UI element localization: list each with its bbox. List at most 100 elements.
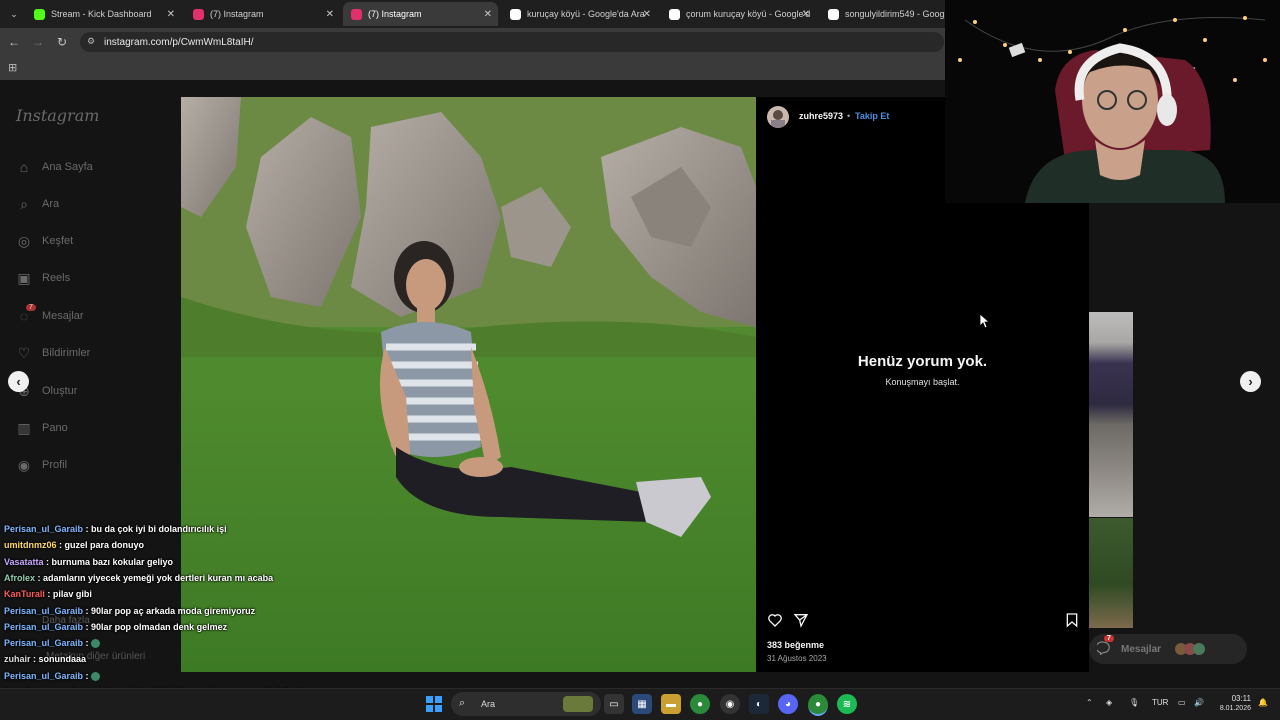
input-language[interactable]: TUR — [1152, 698, 1168, 707]
instagram-logo[interactable]: Instagram — [16, 106, 99, 125]
chat-username[interactable]: Perisan_ul_Garaib — [4, 606, 83, 616]
taskbar-search-label: Ara — [481, 699, 496, 709]
network-icon[interactable]: ▭ — [1178, 698, 1186, 707]
profile-icon: ◉ — [17, 456, 31, 473]
tab-list-dropdown[interactable]: ⌄ — [6, 6, 22, 22]
chat-separator: : — [35, 572, 44, 583]
clock-date[interactable]: 8.01.2026 — [1210, 705, 1251, 712]
save-bookmark-icon[interactable] — [1064, 612, 1080, 633]
close-tab-icon[interactable]: ✕ — [326, 9, 334, 20]
reload-button[interactable]: ↻ — [53, 33, 71, 51]
background-thumbnail — [1089, 312, 1133, 517]
browser-tab[interactable]: (7) Instagram ✕ — [185, 2, 340, 26]
likes-count[interactable]: 383 beğenme — [767, 640, 824, 650]
compass-icon: ◎ — [17, 232, 31, 249]
dashboard-icon: ▥ — [17, 419, 31, 436]
no-comments-title: Henüz yorum yok. — [857, 353, 988, 370]
chat-text: sonundaaa — [38, 654, 87, 665]
instagram-icon — [351, 8, 362, 20]
tray-overflow-icon[interactable]: ⌃ — [1086, 698, 1093, 707]
steam-icon[interactable]: ◐ — [749, 694, 769, 714]
browser-tab[interactable]: Stream - Kick Dashboard ✕ — [26, 2, 181, 26]
chat-message: Perisan_ul_Garaib : — [4, 638, 101, 649]
chat-username[interactable]: Perisan_ul_Garaib — [4, 671, 83, 681]
volume-icon[interactable]: 🔊 — [1194, 698, 1204, 707]
browser-tab[interactable]: songulyildirim549 - Google'da — [820, 2, 945, 26]
close-tab-icon[interactable]: ✕ — [167, 9, 175, 20]
sidebar-item-profile[interactable]: ◉ Profil — [16, 454, 67, 476]
clock-time[interactable]: 03:11 — [1217, 694, 1251, 703]
sidebar-item-heart[interactable]: ♡ Bildirimler — [16, 342, 91, 364]
sidebar-item-label: Profil — [42, 459, 68, 471]
post-photo[interactable] — [181, 97, 756, 672]
webcam-overlay — [945, 0, 1280, 203]
discord-icon[interactable]: ◕ — [778, 694, 798, 714]
chat-message: zuhair : sonundaaa — [4, 654, 86, 664]
task-view-icon[interactable]: ▭ — [604, 694, 624, 714]
chat-message: Perisan_ul_Garaib : 90lar pop aç arkada … — [4, 606, 255, 616]
chat-username[interactable]: Perisan_ul_Garaib — [4, 622, 83, 632]
back-button[interactable]: ← — [5, 33, 23, 51]
chat-username[interactable]: Perisan_ul_Garaib — [4, 638, 83, 648]
obs-icon[interactable]: ◉ — [720, 694, 740, 714]
chat-message: Perisan_ul_Garaib : 90lar pop olmadan de… — [4, 622, 227, 632]
apps-grid-icon[interactable]: ⊞ — [8, 61, 17, 74]
close-tab-icon[interactable]: ✕ — [802, 9, 810, 20]
messages-badge: 7 — [1104, 634, 1114, 642]
chat-username[interactable]: Vasatatta — [4, 557, 44, 567]
chat-username[interactable]: Perisan_ul_Garaib — [4, 524, 83, 534]
follow-button[interactable]: Takip Et — [855, 111, 889, 121]
separator-dot: • — [847, 111, 851, 121]
browser-tab[interactable]: kuruçay köyü - Google'da Ara ✕ — [502, 2, 657, 26]
url-field[interactable]: ⚙ instagram.com/p/CwmWmL8taIH/ — [80, 32, 944, 52]
windows-start-icon[interactable] — [424, 694, 444, 714]
taskbar-search[interactable]: ⌕ Ara — [451, 692, 601, 716]
chrome-active-icon[interactable]: ● — [808, 694, 828, 716]
emote-icon — [91, 639, 101, 649]
sidebar-item-home[interactable]: ⌂ Ana Sayfa — [16, 156, 93, 178]
browser-tab[interactable]: (7) Instagram ✕ — [343, 2, 498, 26]
tray-app-icon[interactable]: ◈ — [1106, 698, 1112, 707]
chat-username[interactable]: umitdnmz06 — [4, 540, 57, 550]
chat-text: 90lar pop olmadan denk gelmez — [91, 621, 228, 632]
messenger-icon: ◌ 7 — [16, 304, 36, 324]
chat-username[interactable]: Afrolex — [4, 573, 35, 583]
sidebar-item-label: Pano — [42, 422, 68, 434]
previous-post-button[interactable]: ‹ — [8, 371, 29, 392]
chat-separator: : — [83, 638, 92, 649]
next-post-button[interactable]: › — [1240, 371, 1261, 392]
sidebar-item-dashboard[interactable]: ▥ Pano — [16, 417, 68, 439]
tab-label: (7) Instagram — [210, 9, 264, 19]
browser-tab[interactable]: çorum kuruçay köyü - Google'd ✕ — [661, 2, 816, 26]
share-icon[interactable] — [793, 612, 809, 633]
chat-text: guzel para donuyo — [64, 540, 145, 551]
background-thumbnail — [1089, 518, 1133, 628]
spotify-icon[interactable]: ≋ — [837, 694, 857, 714]
google-icon — [669, 8, 680, 20]
post-username[interactable]: zuhre5973 — [799, 111, 843, 121]
notification-icon[interactable]: 🔔 — [1258, 698, 1268, 707]
chat-separator: : — [44, 589, 53, 600]
sidebar-item-search[interactable]: ⌕ Ara — [16, 193, 59, 215]
avatar[interactable] — [767, 106, 789, 128]
sidebar-item-label: Reels — [42, 272, 71, 284]
file-explorer-icon[interactable]: ▬ — [661, 694, 681, 714]
microphone-icon[interactable]: 🎙 — [1129, 698, 1139, 707]
chevron-left-icon: ‹ — [16, 374, 21, 389]
messages-pill[interactable]: 7 Mesajlar — [1089, 634, 1247, 664]
site-info-icon[interactable]: ⚙ — [87, 36, 95, 47]
chat-separator: : — [83, 621, 92, 632]
chrome-icon[interactable]: ● — [690, 694, 710, 714]
store-icon[interactable]: ▦ — [632, 694, 652, 714]
tab-label: Stream - Kick Dashboard — [51, 9, 152, 19]
sidebar-item-messenger[interactable]: ◌ 7 Mesajlar — [16, 304, 84, 327]
forward-button[interactable]: → — [29, 33, 47, 51]
sidebar-item-compass[interactable]: ◎ Keşfet — [16, 230, 73, 252]
chat-username[interactable]: KanTurali — [4, 589, 45, 599]
sidebar-item-reels[interactable]: ▣ Reels — [16, 267, 70, 289]
like-icon[interactable] — [767, 612, 783, 633]
chat-separator: : — [83, 524, 92, 534]
close-tab-icon[interactable]: ✕ — [643, 9, 651, 20]
close-tab-icon[interactable]: ✕ — [484, 9, 492, 20]
chat-username[interactable]: zuhair — [4, 654, 31, 664]
